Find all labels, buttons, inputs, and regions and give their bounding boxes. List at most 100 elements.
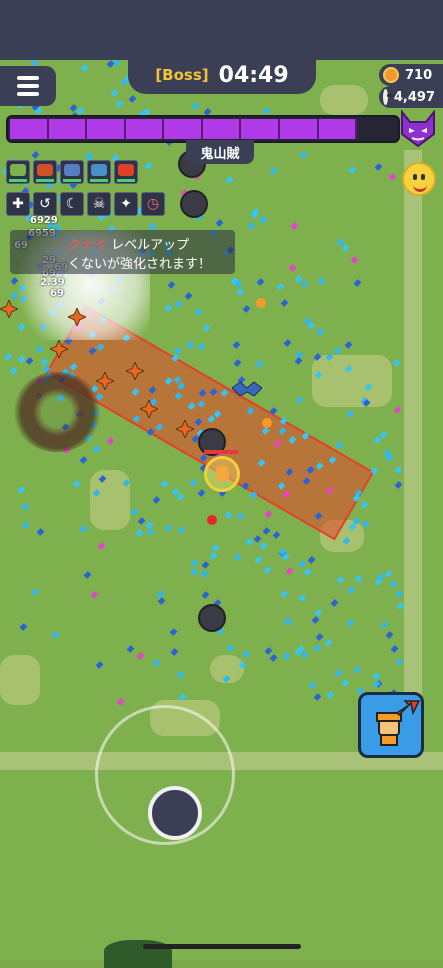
- boss-health-bar: [6, 115, 400, 143]
- experience-gem: [176, 492, 185, 501]
- experience-gem: [31, 151, 40, 159]
- experience-gem: [215, 218, 224, 227]
- experience-gem: [260, 542, 268, 550]
- experience-gem: [126, 645, 135, 653]
- experience-gem: [190, 567, 199, 576]
- experience-gem: [389, 580, 398, 589]
- experience-gem: [346, 618, 355, 627]
- experience-gem: [341, 244, 350, 253]
- coin-icon: [383, 67, 399, 83]
- experience-gem: [116, 100, 124, 109]
- experience-gem: [242, 649, 251, 658]
- experience-gem: [309, 681, 317, 690]
- experience-gem: [254, 556, 263, 564]
- boss-health-segment: [241, 119, 280, 139]
- boss-health-segment: [49, 119, 88, 139]
- experience-gem: [72, 479, 80, 488]
- shuriken-icon: [50, 340, 68, 358]
- cross-icon: ✚: [6, 192, 30, 216]
- experience-gem: [97, 542, 106, 550]
- damage-number: 69: [50, 288, 64, 299]
- ground-patch: [312, 355, 392, 407]
- experience-gem: [80, 63, 89, 72]
- experience-gem: [299, 150, 308, 159]
- experience-gem: [385, 570, 393, 579]
- experience-gem: [303, 568, 312, 577]
- emote-button[interactable]: [402, 162, 436, 196]
- experience-gem: [295, 396, 304, 405]
- experience-gem: [19, 622, 28, 631]
- boss-health-segment: [164, 119, 203, 139]
- experience-gem: [280, 589, 289, 598]
- character-dash-icon: [376, 700, 421, 746]
- level-up-suffix: レベルアップ: [111, 238, 190, 253]
- experience-gem: [9, 367, 18, 376]
- experience-gem: [17, 354, 26, 363]
- experience-gem: [315, 632, 324, 641]
- dash-skill-button[interactable]: [358, 692, 424, 758]
- shuriken-icon: [68, 308, 86, 326]
- experience-gem: [353, 665, 362, 674]
- experience-gem: [173, 346, 182, 355]
- timer-panel: [Boss] 04:49: [128, 56, 316, 94]
- ground-patch: [90, 470, 130, 530]
- experience-gem: [245, 537, 254, 546]
- clock-icon: ◷: [141, 192, 165, 216]
- ground-patch: [320, 85, 368, 115]
- experience-gem: [283, 338, 292, 347]
- experience-gem: [146, 528, 155, 537]
- boss-name: 鬼山賊: [186, 140, 254, 164]
- experience-gem: [394, 465, 403, 474]
- experience-gem: [211, 543, 220, 552]
- experience-gem: [390, 645, 399, 653]
- damage-number: 6929: [30, 215, 58, 226]
- experience-gem: [348, 166, 357, 174]
- experience-gem: [284, 618, 293, 627]
- experience-gem: [354, 575, 362, 584]
- experience-gem: [225, 176, 233, 185]
- experience-gem: [242, 305, 251, 313]
- experience-gem: [194, 307, 203, 316]
- game-timer: 04:49: [218, 62, 289, 88]
- experience-gem: [144, 162, 153, 170]
- experience-gem: [152, 658, 160, 667]
- boss-health-segment: [319, 119, 358, 139]
- experience-gem: [177, 525, 186, 534]
- level-up-message: くないが強化されます！: [68, 257, 212, 272]
- experience-gem: [282, 651, 291, 660]
- boss-health-segment: [10, 119, 49, 139]
- experience-gem: [264, 510, 273, 518]
- shuriken-icon: [176, 420, 194, 438]
- experience-gem: [136, 652, 145, 661]
- experience-gem: [80, 456, 88, 464]
- feather-icon: ✦: [114, 192, 138, 216]
- experience-gem: [341, 678, 350, 687]
- experience-gem: [294, 356, 303, 365]
- menu-button[interactable]: [0, 66, 56, 106]
- joystick-knob[interactable]: [148, 786, 202, 840]
- experience-gem: [247, 221, 256, 230]
- experience-gem: [197, 489, 206, 498]
- kill-count: 4,497: [393, 89, 435, 105]
- dragon-icon: [87, 160, 111, 184]
- experience-gem: [394, 480, 403, 489]
- experience-gem: [313, 644, 322, 653]
- experience-gem: [395, 657, 404, 666]
- experience-gem: [128, 95, 137, 104]
- menu-icon: [17, 76, 39, 80]
- experience-gem: [201, 590, 210, 599]
- experience-gem: [330, 598, 339, 607]
- experience-gem: [298, 593, 307, 602]
- dirt-path-vertical: [404, 150, 422, 770]
- experience-gem: [311, 616, 320, 625]
- experience-gem: [197, 342, 206, 351]
- experience-gem: [277, 283, 285, 291]
- experience-gem: [21, 502, 30, 511]
- spike-ball-enemy: [180, 190, 208, 218]
- experience-gem: [116, 698, 125, 706]
- experience-gem: [280, 298, 289, 307]
- experience-gem: [262, 526, 271, 535]
- experience-gem: [152, 496, 161, 504]
- player-health-bar: [204, 450, 238, 454]
- swirl-icon: ↺: [33, 192, 57, 216]
